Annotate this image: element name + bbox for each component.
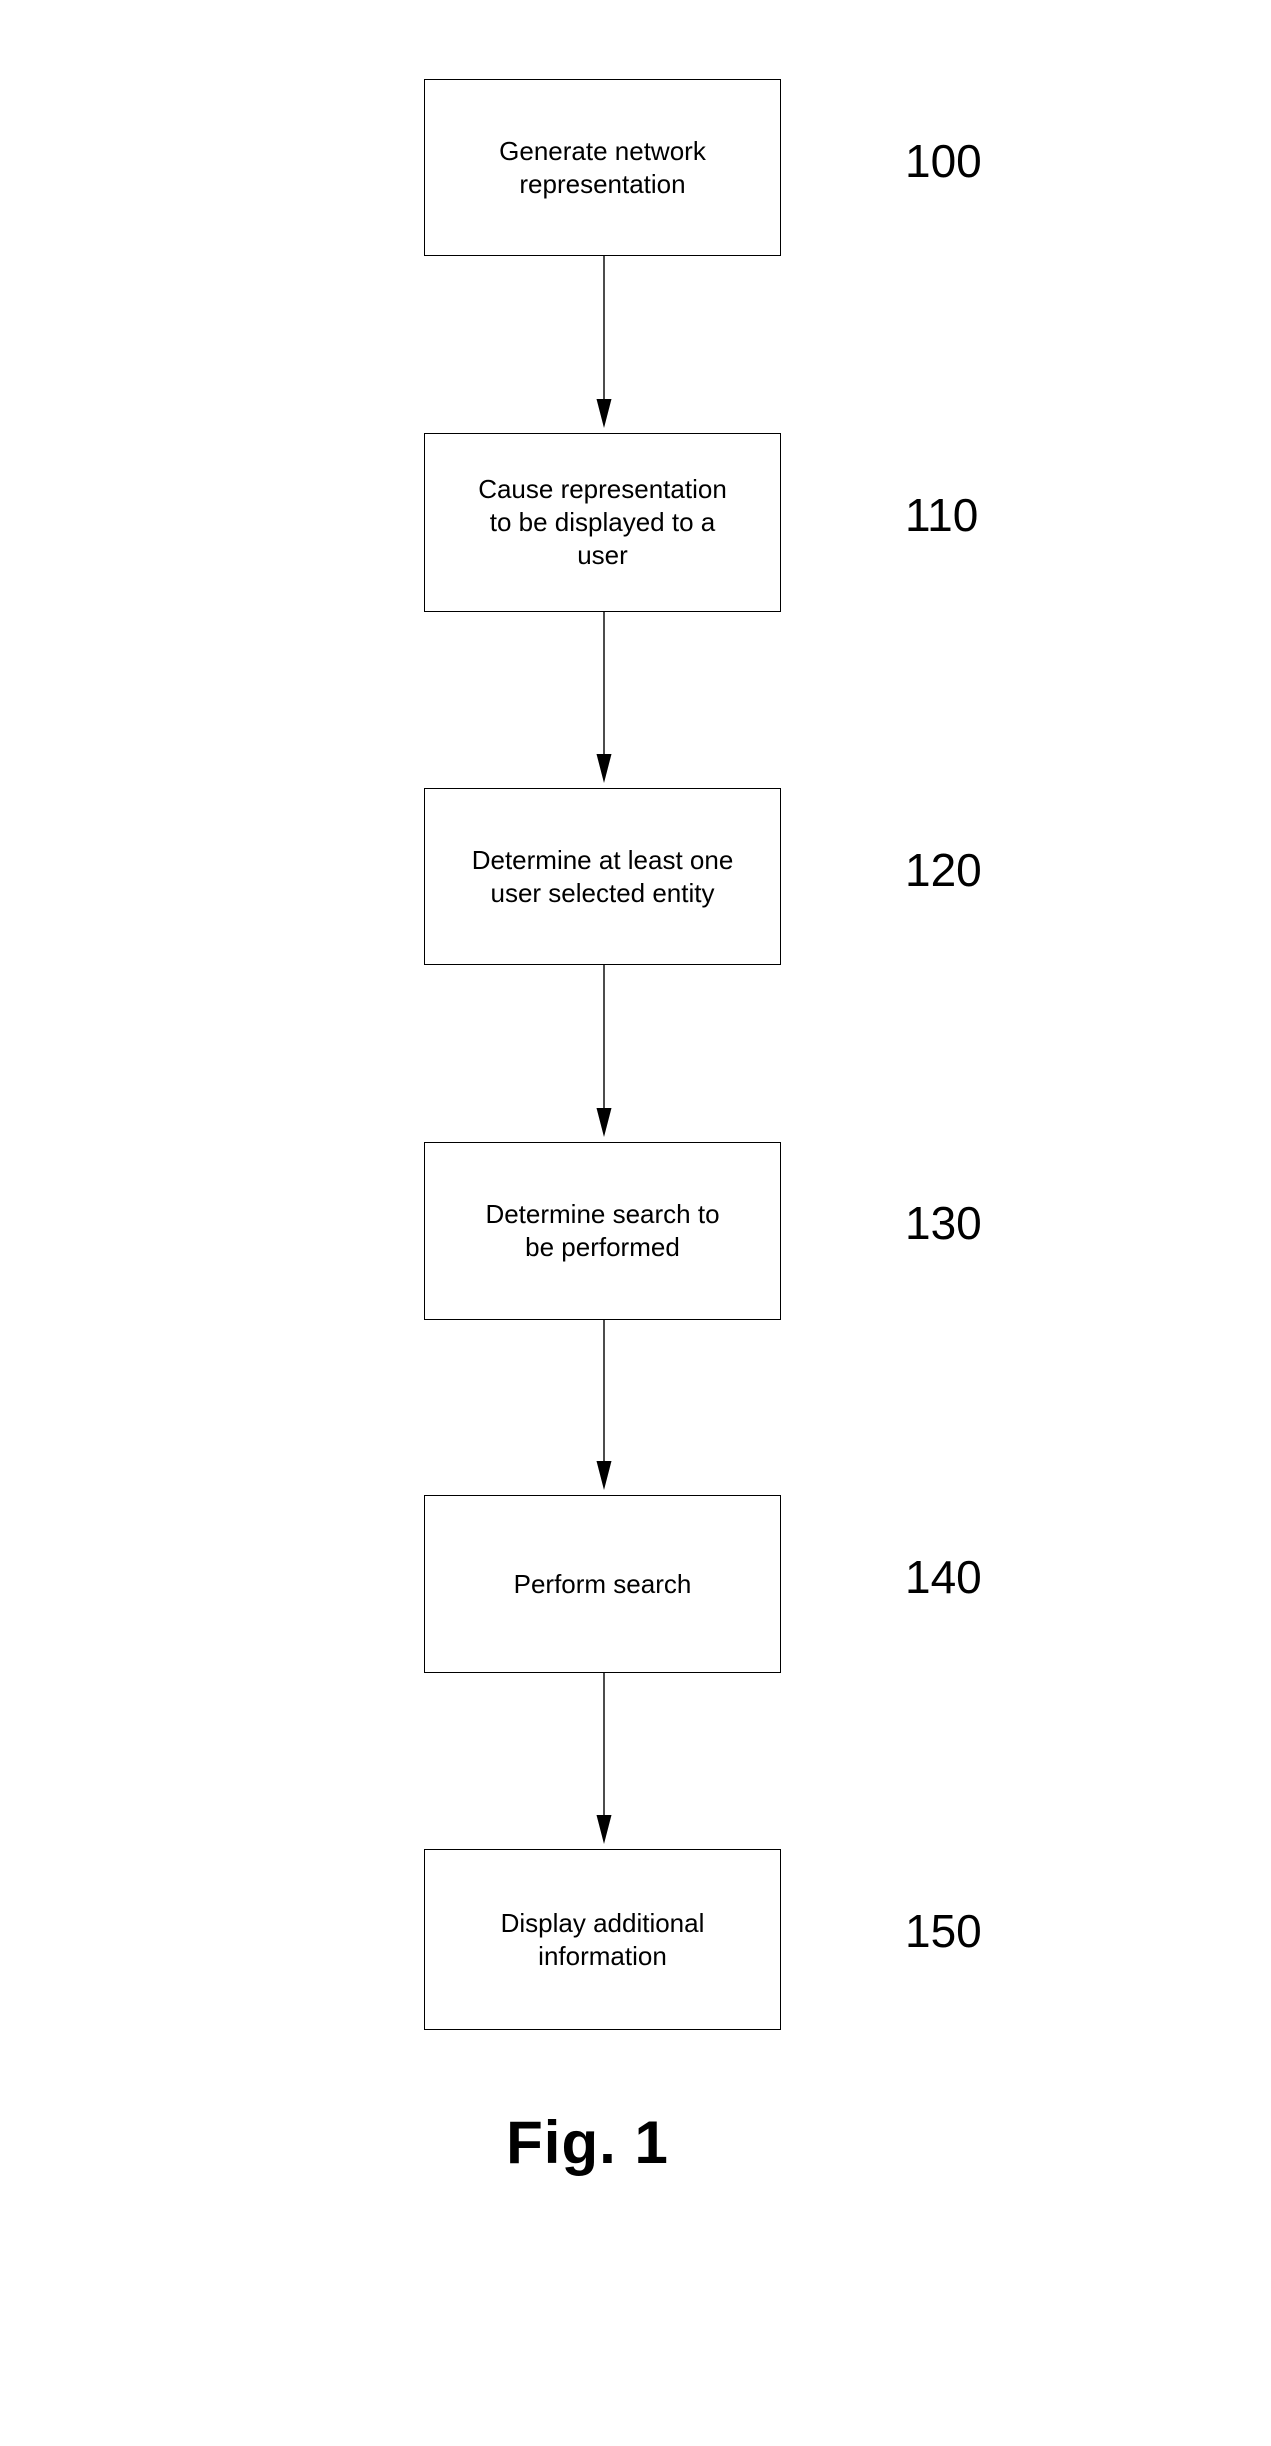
flow-box-step-6: Display additional information: [424, 1849, 781, 2030]
reference-numeral-100: 100: [905, 135, 982, 187]
reference-numeral-150: 150: [905, 1905, 982, 1957]
reference-numeral-130: 130: [905, 1197, 982, 1249]
flow-box-label-step-2: Cause representation to be displayed to …: [478, 474, 727, 570]
reference-numeral-140: 140: [905, 1551, 982, 1603]
connector-arrow-110-to-120: [595, 612, 613, 788]
patent-figure-sheet: Generate network representation 100 Caus…: [0, 0, 1271, 2446]
flow-box-label-step-6: Display additional information: [500, 1907, 705, 1971]
flow-box-label-step-1: Generate network representation: [499, 135, 706, 199]
connector-arrow-120-to-130: [595, 965, 613, 1142]
reference-numeral-120: 120: [905, 844, 982, 896]
flow-box-label-step-5: Perform search: [513, 1568, 692, 1599]
connector-arrow-100-to-110: [595, 256, 613, 433]
connector-arrow-140-to-150: [595, 1673, 613, 1849]
flow-box-step-5: Perform search: [424, 1495, 781, 1673]
flow-box-step-2: Cause representation to be displayed to …: [424, 433, 781, 612]
flow-box-label-step-4: Determine search to be performed: [485, 1199, 720, 1262]
flow-box-step-4: Determine search to be performed: [424, 1142, 781, 1320]
flow-box-step-1: Generate network representation: [424, 79, 781, 256]
reference-numeral-110: 110: [905, 489, 979, 541]
flow-box-step-3: Determine at least one user selected ent…: [424, 788, 781, 965]
flow-box-label-step-3: Determine at least one user selected ent…: [471, 844, 734, 908]
connector-arrow-130-to-140: [595, 1320, 613, 1495]
figure-caption: Fig. 1: [506, 2109, 669, 2176]
